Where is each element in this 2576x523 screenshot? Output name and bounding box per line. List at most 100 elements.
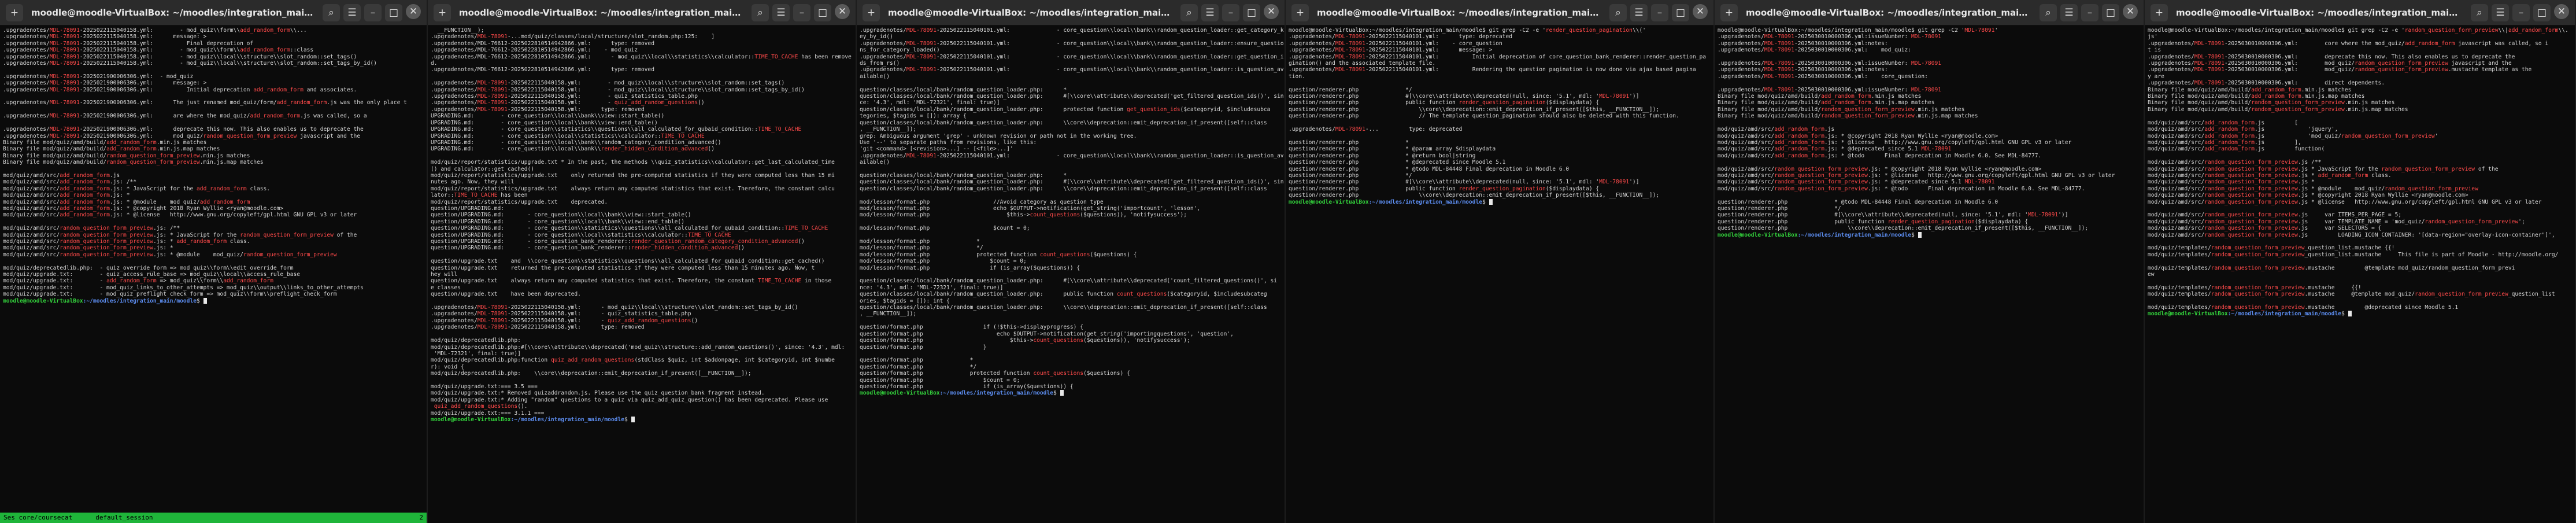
minimize-icon[interactable]: – (364, 3, 382, 21)
plus-icon[interactable]: + (1291, 3, 1309, 21)
shell-prompt[interactable]: moodle@moodle-VirtualBox:~/moodles/integ… (1718, 231, 2141, 238)
close-icon[interactable]: ✕ (406, 3, 421, 19)
output-line: mod/quiz/upgrade.txt: - mod_quiz_links_t… (3, 284, 364, 291)
terminal-window-3[interactable]: + moodle@moodle-VirtualBox: ~/moodles/int… (857, 0, 1286, 523)
output-line: question/renderer.php * @todo MDL-84448 … (1289, 165, 1570, 172)
plus-icon[interactable]: + (434, 3, 451, 21)
output-line: e classes (431, 284, 461, 291)
search-icon[interactable]: ⌕ (2040, 3, 2057, 21)
close-icon[interactable]: ✕ (2123, 3, 2138, 19)
terminal-output[interactable]: moodle@moodle-VirtualBox:~/moodles/integ… (2145, 25, 2575, 517)
output-line: mod/quiz/amd/src/random_question_form_pr… (2148, 192, 2468, 199)
maximize-icon[interactable]: □ (2533, 3, 2551, 21)
output-line: mod/quiz/amd/src/add_random_form.js (1718, 126, 1835, 133)
close-icon[interactable]: ✕ (1264, 3, 1279, 19)
terminal-output[interactable]: .upgradenotes/MDL-78091-2025022115040158… (0, 25, 427, 517)
hamburger-icon[interactable]: ☰ (1630, 3, 1648, 21)
terminal-window-4[interactable]: + moodle@moodle-VirtualBox: ~/moodles/int… (1286, 0, 1715, 523)
output-line: t is (2148, 47, 2162, 54)
output-line: Binary file mod/quiz/amd/build/add_rando… (3, 139, 207, 146)
minimize-icon[interactable]: – (793, 3, 810, 21)
close-icon[interactable]: ✕ (1693, 3, 1708, 19)
maximize-icon[interactable]: □ (1672, 3, 1689, 21)
output-line: question/renderer.php // The template qu… (1289, 113, 1679, 120)
maximize-icon[interactable]: □ (2102, 3, 2119, 21)
terminal-output[interactable]: __FUNCTION__); .upgradenotes/MDL-78091-..… (428, 25, 856, 517)
minimize-icon[interactable]: – (2081, 3, 2098, 21)
output-line: .upgradenotes/MDL-78091-2025022115040158… (3, 53, 357, 60)
prompt-user: moodle@moodle-VirtualBox (3, 297, 83, 304)
output-line: .upgradenotes/MDL-78091-2025030010000306… (1718, 47, 1912, 54)
output-line: question/format.php $this->count_questio… (860, 337, 1190, 344)
terminal-window-5[interactable]: + moodle@moodle-VirtualBox: ~/moodles/int… (1715, 0, 2145, 523)
plus-icon[interactable]: + (863, 3, 880, 21)
search-icon[interactable]: ⌕ (2471, 3, 2488, 21)
terminal-output[interactable]: .upgradenotes/MDL-78091-2025022115040101… (857, 25, 1285, 517)
output-line: ce: '4.3', mdl: 'MDL-72321', final: true… (860, 100, 1000, 106)
hamburger-icon[interactable]: ☰ (1201, 3, 1219, 21)
output-line: mod/quiz/templates/random_question_form_… (2148, 245, 2395, 252)
output-line: .upgradenotes/MDL-78091-2025021900006306… (3, 73, 194, 80)
shell-prompt[interactable]: moodle@moodle-VirtualBox:~/moodles/integ… (431, 416, 853, 423)
terminal-window-2[interactable]: + moodle@moodle-VirtualBox: ~/moodles/int… (428, 0, 857, 523)
search-icon[interactable]: ⌕ (1180, 3, 1198, 21)
output-line: .upgradenotes/MDL-78091-2025030010000306… (1718, 60, 1942, 67)
minimize-icon[interactable]: – (1651, 3, 1668, 21)
output-line: .upgradenotes/MDL-78091-2025021900006306… (3, 80, 207, 87)
hamburger-icon[interactable]: ☰ (772, 3, 790, 21)
shell-prompt[interactable]: moodle@moodle-VirtualBox:~/moodles/integ… (2148, 311, 2572, 317)
output-line: Binary file mod/quiz/amd/build/random_qu… (1718, 106, 1965, 113)
close-icon[interactable]: ✕ (835, 3, 850, 19)
shell-prompt[interactable]: moodle@moodle-VirtualBox:~/moodles/integ… (860, 390, 1282, 396)
terminal-window-6[interactable]: + moodle@moodle-VirtualBox: ~/moodles/int… (2145, 0, 2576, 523)
close-icon[interactable]: ✕ (2554, 3, 2569, 19)
output-line: mod/quiz/deprecatedlib.php:#[\\core\\att… (431, 344, 845, 351)
output-line: , __FUNCTION__]); (860, 311, 917, 318)
output-line: ns_for_category_loaded() (860, 47, 940, 54)
search-icon[interactable]: ⌕ (752, 3, 769, 21)
output-line: mod/quiz/templates/random_question_form_… (2148, 264, 2515, 271)
search-icon[interactable]: ⌕ (1609, 3, 1627, 21)
minimize-icon[interactable]: – (1222, 3, 1239, 21)
output-line: mod/quiz/amd/src/add_random_form.js: /** (3, 179, 137, 186)
terminal-output[interactable]: moodle@moodle-VirtualBox:~/moodles/integ… (1715, 25, 2144, 517)
output-line: .upgradenotes/MDL-78091-2025030010000306… (1718, 34, 1942, 40)
output-line: y are (2148, 73, 2164, 80)
output-line: .upgradenotes/MDL-78091-2025021900006306… (3, 113, 367, 120)
maximize-icon[interactable]: □ (385, 3, 402, 21)
terminal-window-1[interactable]: + moodle@moodle-VirtualBox: ~/moodles/int… (0, 0, 428, 523)
plus-icon[interactable]: + (2151, 3, 2168, 21)
minimize-icon[interactable]: – (2512, 3, 2530, 21)
terminal-output[interactable]: moodle@moodle-VirtualBox:~/moodles/integ… (1286, 25, 1713, 517)
output-line: question/classes/local/bank/random_quest… (860, 185, 1267, 192)
output-line: .upgradenotes/MDL-78091-2025022115040101… (860, 152, 1284, 159)
hamburger-icon[interactable]: ☰ (343, 3, 361, 21)
output-line: ey_by_id() (860, 34, 893, 40)
output-line: question/renderer.php #[\\core\\attribut… (1289, 179, 1639, 186)
output-line: gination() and the associated template f… (1289, 60, 1436, 67)
output-line: Binary file mod/quiz/amd/build/add_rando… (2148, 86, 2352, 93)
maximize-icon[interactable]: □ (1243, 3, 1260, 21)
output-line: mod/quiz/amd/src/random_question_form_pr… (3, 231, 357, 238)
output-line: question/renderer.php #[\\core\\attribut… (1289, 93, 1639, 100)
plus-icon[interactable]: + (6, 3, 23, 21)
plus-icon[interactable]: + (1720, 3, 1738, 21)
hamburger-icon[interactable]: ☰ (2060, 3, 2078, 21)
maximize-icon[interactable]: □ (814, 3, 831, 21)
shell-prompt[interactable]: moodle@moodle-VirtualBox:~/moodles/integ… (1289, 198, 1711, 205)
hamburger-icon[interactable]: ☰ (2492, 3, 2509, 21)
search-icon[interactable]: ⌕ (323, 3, 340, 21)
window-controls: ⌕ ☰ – □ ✕ (2036, 3, 2138, 21)
shell-prompt[interactable]: moodle@moodle-VirtualBox:~/moodles/integ… (3, 297, 424, 304)
